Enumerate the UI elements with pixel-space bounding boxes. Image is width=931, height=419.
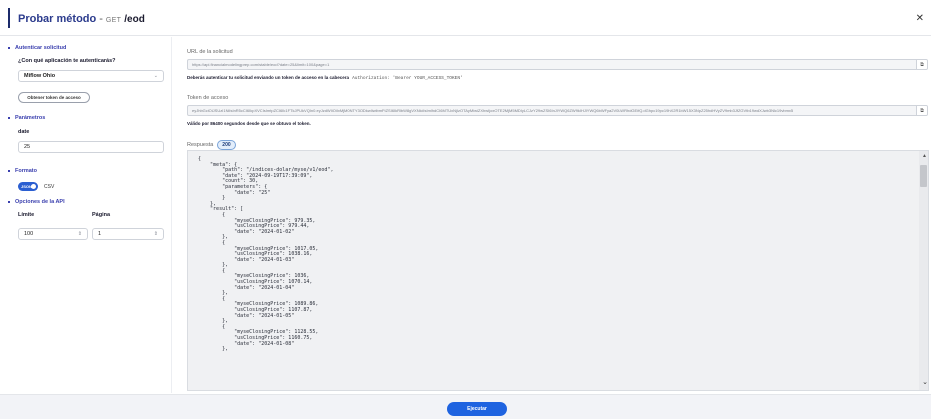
get-token-button[interactable]: Obtener token de acceso bbox=[18, 92, 90, 103]
execute-button[interactable]: Ejecutar bbox=[447, 402, 507, 416]
stepper-icon[interactable]: ⇕ bbox=[78, 231, 82, 237]
limit-label: Límite bbox=[18, 212, 35, 218]
sidebar: Autenticar solicitud ¿Con qué aplicación… bbox=[0, 37, 172, 393]
response-label: Respuesta 200 bbox=[187, 140, 236, 150]
response-label-text: Respuesta bbox=[187, 142, 214, 148]
app-question-label: ¿Con qué aplicación te autenticarás? bbox=[18, 58, 116, 64]
title-text: Probar método bbox=[18, 13, 97, 25]
request-url-label: URL de la solicitud bbox=[187, 49, 233, 55]
copy-icon[interactable]: ⧉ bbox=[916, 106, 927, 115]
stepper-icon[interactable]: ⇕ bbox=[154, 231, 158, 237]
scrollbar-thumb[interactable] bbox=[920, 165, 927, 187]
response-body[interactable]: { "meta": { "path": "/indices-dolar/myse… bbox=[187, 150, 929, 391]
copy-icon[interactable]: ⧉ bbox=[916, 60, 927, 69]
chevron-down-icon: ⌄ bbox=[153, 73, 158, 79]
format-section-heading: Formato bbox=[8, 168, 37, 174]
header-accent bbox=[8, 8, 10, 28]
params-section-heading: Parámetros bbox=[7, 115, 46, 121]
request-url-value: https://api.financialmodelingprep.com/st… bbox=[192, 62, 330, 67]
http-method: GET bbox=[105, 17, 122, 24]
auth-hint-text: Deberás autenticar tu solicitud enviando… bbox=[187, 75, 350, 80]
date-param-label: date bbox=[18, 129, 30, 135]
status-badge: 200 bbox=[217, 140, 236, 150]
format-json-label: JSON bbox=[21, 184, 32, 189]
endpoint-path: /eod bbox=[124, 14, 145, 25]
request-url-field[interactable]: https://api.financialmodelingprep.com/st… bbox=[187, 59, 928, 70]
format-csv-option[interactable]: CSV bbox=[44, 184, 54, 190]
api-options-heading: Opciones de la API bbox=[8, 199, 65, 205]
token-value: eyJhbGciOiJSUzI1NiIsInR5cCI6IkpXVCIsImtp… bbox=[192, 108, 794, 113]
scrollbar[interactable]: ▲ ⌄ bbox=[919, 151, 928, 390]
chevron-down-icon[interactable]: ⌄ bbox=[922, 378, 928, 386]
format-json-toggle[interactable]: JSON bbox=[18, 182, 38, 191]
page-label: Página bbox=[92, 212, 111, 218]
auth-section-heading: Autenticar solicitud bbox=[7, 45, 67, 51]
response-json: { "meta": { "path": "/indices-dolar/myse… bbox=[198, 156, 334, 353]
app-select[interactable]: Miflow Ohio ⌄ bbox=[18, 70, 164, 82]
title-dash: - bbox=[99, 13, 103, 25]
token-hint: Válido por 86400 segundos desde que se o… bbox=[187, 121, 311, 126]
token-field[interactable]: eyJhbGciOiJSUzI1NiIsInR5cCI6IkpXVCIsImtp… bbox=[187, 105, 928, 116]
auth-hint: Deberás autenticar tu solicitud enviando… bbox=[187, 75, 463, 81]
page-input[interactable]: 1 ⇕ bbox=[92, 228, 164, 240]
scroll-up-icon[interactable]: ▲ bbox=[922, 153, 927, 159]
page-value: 1 bbox=[98, 231, 102, 237]
date-param-input[interactable]: 25 bbox=[18, 141, 164, 153]
date-param-value: 25 bbox=[24, 144, 31, 150]
token-label: Token de acceso bbox=[187, 95, 229, 101]
main-panel: URL de la solicitud https://api.financia… bbox=[187, 45, 929, 393]
dialog-title: Probar método - GET /eod bbox=[18, 13, 145, 25]
dialog-header: Probar método - GET /eod ✕ bbox=[0, 0, 931, 36]
close-icon[interactable]: ✕ bbox=[916, 13, 924, 24]
auth-hint-code: Authorization: 'Bearer YOUR_ACCESS_TOKEN… bbox=[352, 76, 463, 81]
limit-input[interactable]: 100 ⇕ bbox=[18, 228, 88, 240]
app-select-value: Miflow Ohio bbox=[24, 73, 56, 79]
dialog-footer: Ejecutar bbox=[0, 394, 931, 419]
limit-value: 100 bbox=[24, 231, 34, 237]
